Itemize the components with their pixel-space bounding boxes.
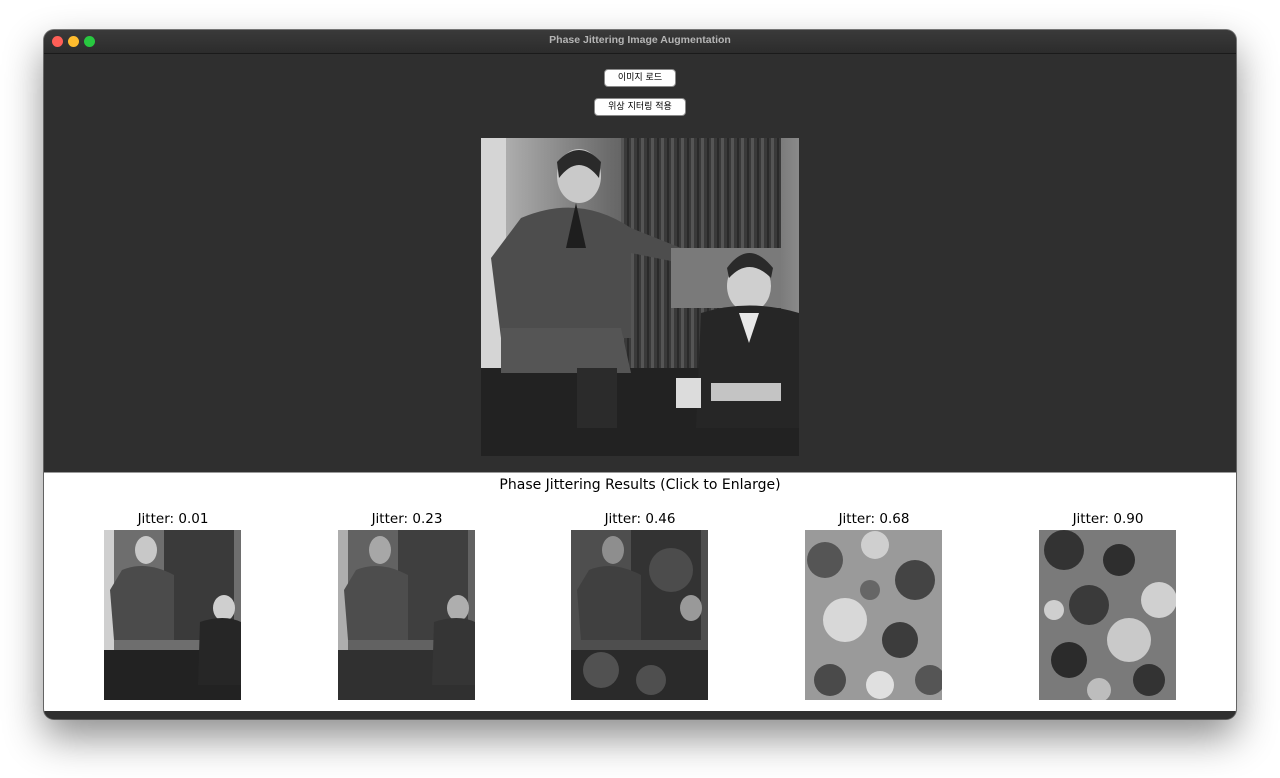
- bottom-strip: [44, 711, 1236, 719]
- jitter-result-thumbnail[interactable]: [338, 530, 475, 700]
- window-title: Phase Jittering Image Augmentation: [549, 34, 731, 46]
- title-bar[interactable]: Phase Jittering Image Augmentation: [44, 30, 1236, 54]
- jitter-label: Jitter: 0.90: [1072, 511, 1144, 527]
- jitter-result-thumbnail[interactable]: [1039, 530, 1176, 700]
- jitter-label: Jitter: 0.23: [371, 511, 443, 527]
- jitter-label: Jitter: 0.68: [838, 511, 910, 527]
- apply-phase-jitter-button[interactable]: 위상 지터링 적용: [594, 98, 686, 116]
- loaded-image: [481, 138, 799, 456]
- app-window: Phase Jittering Image Augmentation 이미지 로…: [44, 30, 1236, 719]
- jitter-result-thumbnail[interactable]: [104, 530, 241, 700]
- jitter-result-thumbnail[interactable]: [571, 530, 708, 700]
- jitter-label: Jitter: 0.01: [137, 511, 209, 527]
- jitter-result-thumbnail[interactable]: [805, 530, 942, 700]
- jitter-label: Jitter: 0.46: [604, 511, 676, 527]
- results-panel: Phase Jittering Results (Click to Enlarg…: [44, 472, 1236, 712]
- results-title: Phase Jittering Results (Click to Enlarg…: [499, 477, 781, 493]
- load-image-button[interactable]: 이미지 로드: [604, 69, 676, 87]
